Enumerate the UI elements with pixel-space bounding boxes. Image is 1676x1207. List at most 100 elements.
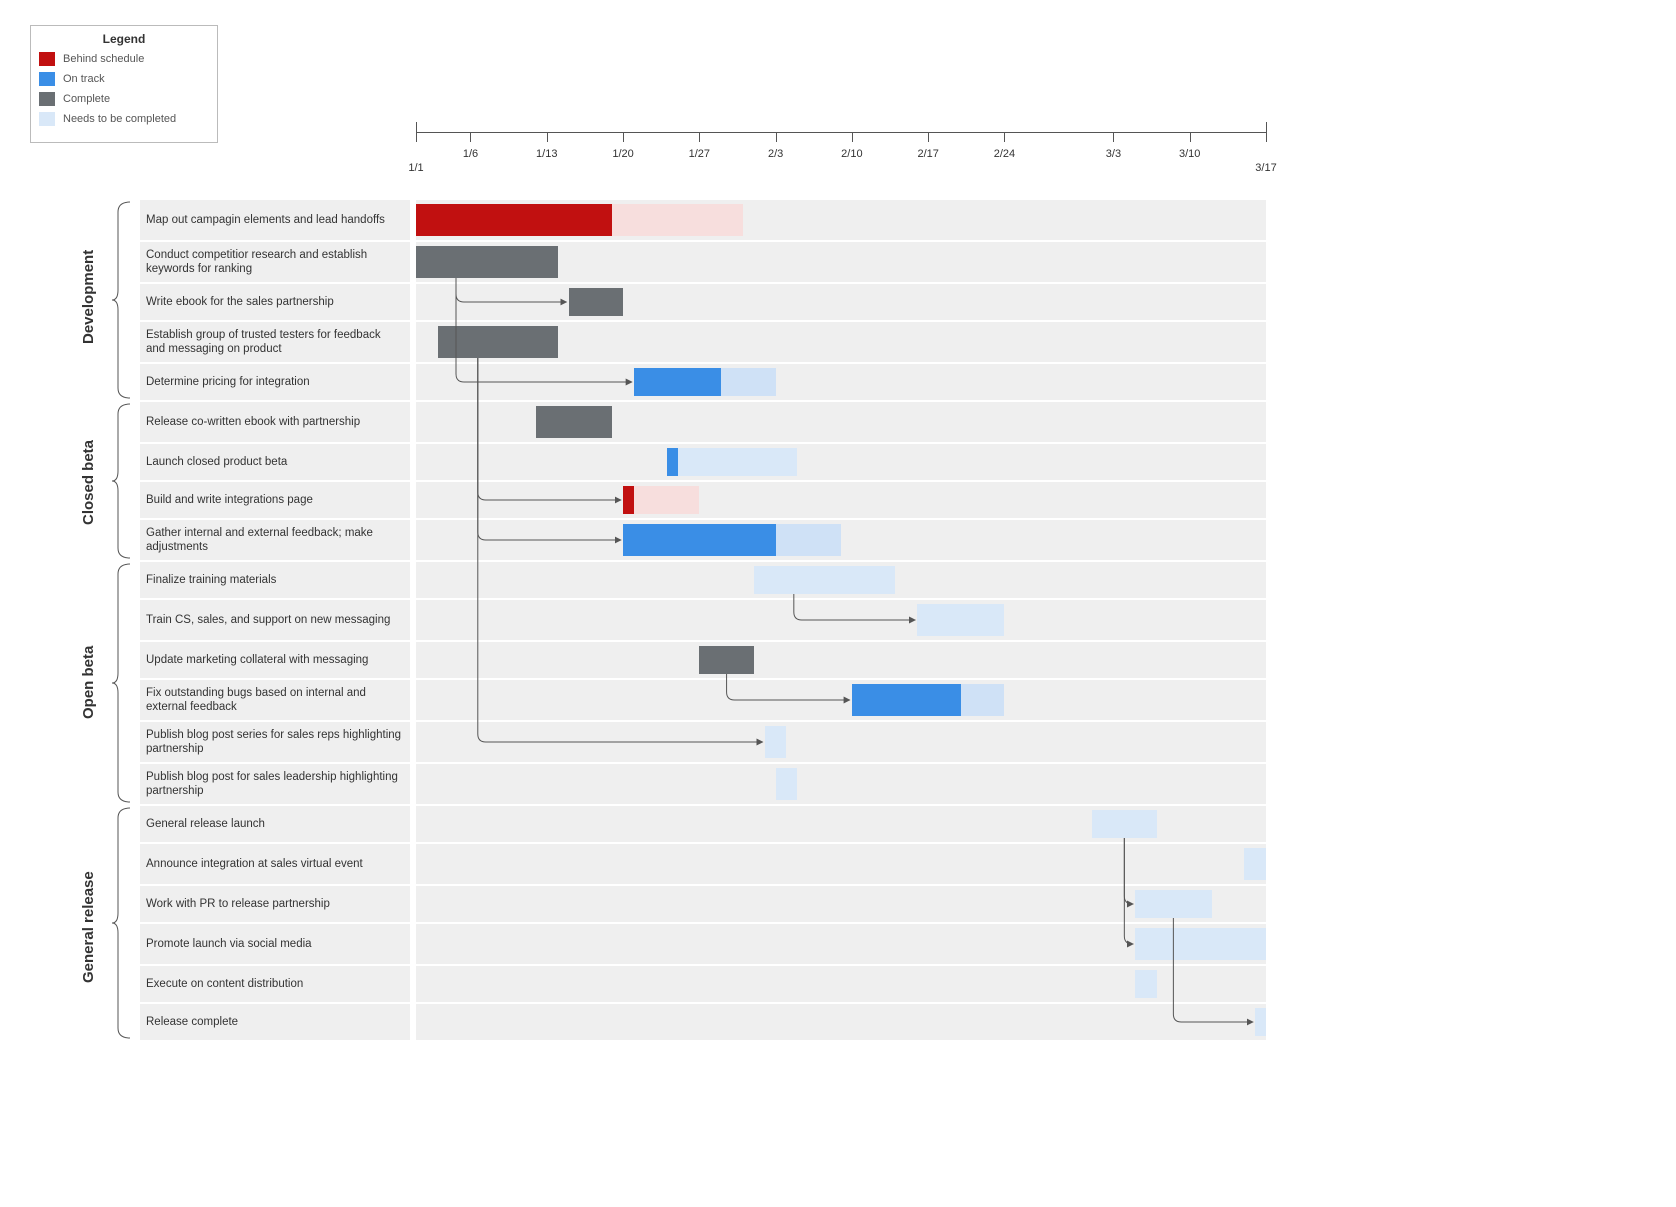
legend-panel: Legend Behind schedule On track Complete Ne… — [30, 25, 218, 143]
task-bar[interactable] — [776, 768, 798, 800]
axis-tick — [1266, 122, 1267, 142]
task-label: Map out campagin elements and lead hando… — [140, 200, 410, 240]
axis-tick — [1113, 132, 1114, 142]
legend-label: Behind schedule — [63, 53, 144, 65]
task-bar[interactable] — [721, 368, 775, 396]
task-bar-area — [416, 200, 1266, 240]
phase-label: Development — [80, 250, 97, 344]
task-bar[interactable] — [536, 406, 612, 438]
task-bar-area — [416, 364, 1266, 400]
task-row: Promote launch via social media — [140, 924, 1266, 964]
task-bar[interactable] — [612, 204, 743, 236]
task-bar[interactable] — [917, 604, 1004, 636]
task-bar[interactable] — [634, 486, 699, 514]
task-bar[interactable] — [438, 326, 558, 358]
task-row: Gather internal and external feedback; m… — [140, 520, 1266, 560]
task-row: Write ebook for the sales partnership — [140, 284, 1266, 320]
axis-tick-label: 2/24 — [994, 148, 1015, 160]
legend-swatch — [39, 72, 55, 86]
task-bar-area — [416, 680, 1266, 720]
task-row: Release co-written ebook with partnershi… — [140, 402, 1266, 442]
axis-tick — [547, 132, 548, 142]
task-row: Finalize training materials — [140, 562, 1266, 598]
task-bar[interactable] — [416, 246, 558, 278]
task-label: Announce integration at sales virtual ev… — [140, 844, 410, 884]
legend-item: Needs to be completed — [39, 112, 209, 126]
task-bar-area — [416, 600, 1266, 640]
gantt-rows: Map out campagin elements and lead hando… — [140, 200, 1266, 1042]
task-bar[interactable] — [1244, 848, 1266, 880]
axis-tick — [623, 132, 624, 142]
task-row: Establish group of trusted testers for f… — [140, 322, 1266, 362]
task-bar-area — [416, 764, 1266, 804]
task-label: Launch closed product beta — [140, 444, 410, 480]
phase-brace — [110, 200, 132, 400]
task-bar-area — [416, 242, 1266, 282]
task-row: Train CS, sales, and support on new mess… — [140, 600, 1266, 640]
task-bar[interactable] — [961, 684, 1005, 716]
task-row: Work with PR to release partnership — [140, 886, 1266, 922]
task-label: Build and write integrations page — [140, 482, 410, 518]
task-label: Publish blog post series for sales reps … — [140, 722, 410, 762]
task-label: Train CS, sales, and support on new mess… — [140, 600, 410, 640]
task-bar[interactable] — [1135, 970, 1157, 998]
task-bar[interactable] — [776, 524, 841, 556]
task-label: Publish blog post for sales leadership h… — [140, 764, 410, 804]
task-row: Map out campagin elements and lead hando… — [140, 200, 1266, 240]
legend-swatch — [39, 52, 55, 66]
axis-tick-label: 1/6 — [463, 148, 478, 160]
axis-tick-label: 2/10 — [841, 148, 862, 160]
task-bar-area — [416, 722, 1266, 762]
axis-tick-label: 1/20 — [612, 148, 633, 160]
task-label: Conduct competitior research and establi… — [140, 242, 410, 282]
task-label: Establish group of trusted testers for f… — [140, 322, 410, 362]
task-bar[interactable] — [678, 448, 798, 476]
axis-tick-label: 3/10 — [1179, 148, 1200, 160]
task-bar[interactable] — [416, 204, 612, 236]
task-bar[interactable] — [569, 288, 623, 316]
axis-tick — [1004, 132, 1005, 142]
task-bar-area — [416, 642, 1266, 678]
task-label: Write ebook for the sales partnership — [140, 284, 410, 320]
task-bar-area — [416, 1004, 1266, 1040]
task-bar[interactable] — [1135, 890, 1211, 918]
phase-label: Closed beta — [80, 440, 97, 525]
axis-tick-label: 1/1 — [408, 162, 423, 174]
phase-brace — [110, 402, 132, 560]
task-label: Release complete — [140, 1004, 410, 1040]
task-bar[interactable] — [1135, 928, 1266, 960]
legend-label: Needs to be completed — [63, 113, 176, 125]
task-bar[interactable] — [852, 684, 961, 716]
legend-item: Complete — [39, 92, 209, 106]
task-bar[interactable] — [699, 646, 753, 674]
task-bar[interactable] — [623, 524, 776, 556]
task-row: Fix outstanding bugs based on internal a… — [140, 680, 1266, 720]
task-bar-area — [416, 844, 1266, 884]
task-bar[interactable] — [623, 486, 634, 514]
task-row: Release complete — [140, 1004, 1266, 1040]
task-bar-area — [416, 322, 1266, 362]
task-bar[interactable] — [634, 368, 721, 396]
task-label: Fix outstanding bugs based on internal a… — [140, 680, 410, 720]
task-row: Conduct competitior research and establi… — [140, 242, 1266, 282]
legend-title: Legend — [39, 32, 209, 46]
legend-item: On track — [39, 72, 209, 86]
task-bar[interactable] — [1255, 1008, 1266, 1036]
task-label: General release launch — [140, 806, 410, 842]
task-bar[interactable] — [765, 726, 787, 758]
task-bar[interactable] — [754, 566, 896, 594]
phase-brace — [110, 562, 132, 804]
axis-tick — [776, 132, 777, 142]
task-row: Publish blog post series for sales reps … — [140, 722, 1266, 762]
task-row: Determine pricing for integration — [140, 364, 1266, 400]
axis-tick — [470, 132, 471, 142]
task-bar[interactable] — [667, 448, 678, 476]
task-bar[interactable] — [1092, 810, 1157, 838]
task-bar-area — [416, 562, 1266, 598]
axis-tick-label: 2/17 — [917, 148, 938, 160]
phase-label: General release — [80, 871, 97, 983]
axis-tick — [416, 122, 417, 142]
legend-label: Complete — [63, 93, 110, 105]
legend-swatch — [39, 112, 55, 126]
task-label: Release co-written ebook with partnershi… — [140, 402, 410, 442]
